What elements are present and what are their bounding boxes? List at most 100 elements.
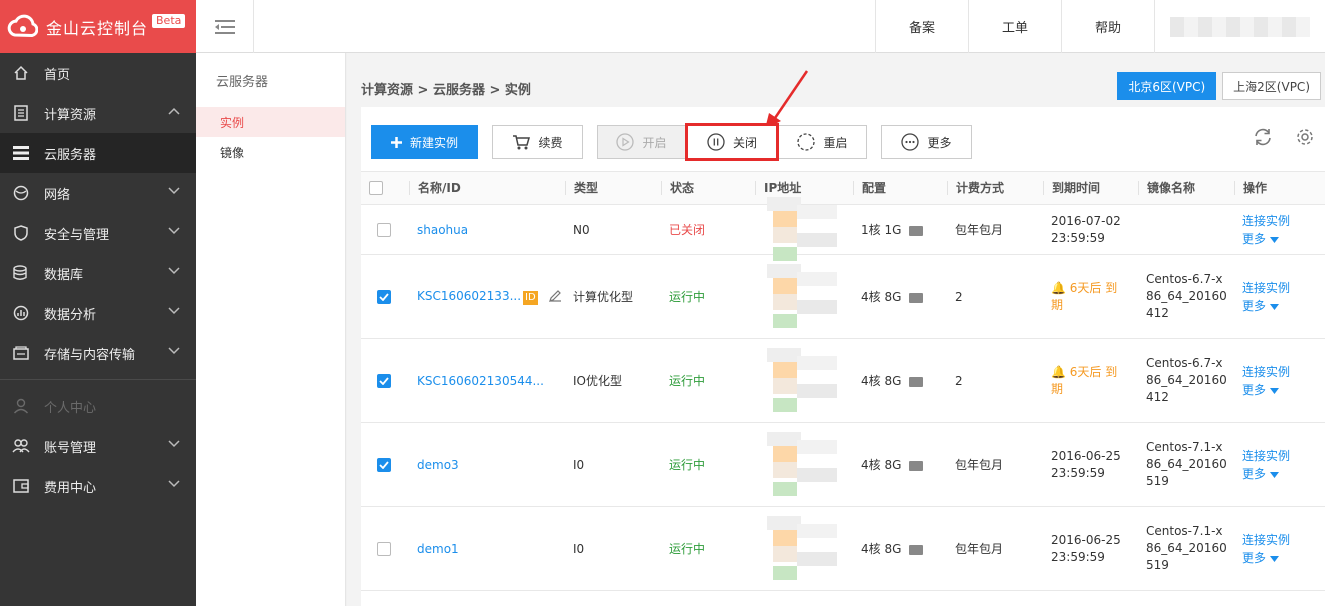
col-header-expire[interactable]: 到期时间 <box>1043 181 1138 195</box>
select-all-cell <box>361 181 409 195</box>
top-link-filing[interactable]: 备案 <box>875 0 968 53</box>
sub-sidebar: 云服务器 实例 镜像 <box>196 53 346 606</box>
sidebar-item-security[interactable]: 安全与管理 <box>0 213 196 253</box>
create-instance-button[interactable]: 新建实例 <box>371 125 478 159</box>
subnav-item-images[interactable]: 镜像 <box>196 137 345 167</box>
row-checkbox[interactable] <box>377 373 391 388</box>
instance-config: 4核 8G <box>861 458 902 472</box>
expire-clock: 23:59:59 <box>1051 465 1105 480</box>
user-menu[interactable] <box>1154 0 1325 53</box>
sidebar-item-billing[interactable]: 费用中心 <box>0 466 196 506</box>
row-checkbox[interactable] <box>377 289 391 304</box>
restart-icon <box>797 133 816 151</box>
instance-name-link[interactable]: shaohua <box>417 223 468 237</box>
instance-name-link[interactable]: KSC160602133... <box>417 289 521 303</box>
connect-instance-link[interactable]: 连接实例 <box>1242 531 1325 549</box>
brand[interactable]: 金山云控制台 Beta <box>0 0 196 53</box>
instance-status: 运行中 <box>669 542 706 556</box>
col-header-actions: 操作 <box>1234 181 1325 195</box>
sidebar-item-label: 账号管理 <box>44 440 97 456</box>
sidebar-item-home[interactable]: 首页 <box>0 53 196 93</box>
stop-button[interactable]: 关闭 <box>685 123 779 161</box>
restart-button[interactable]: 重启 <box>779 125 867 159</box>
sidebar-item-label: 费用中心 <box>44 480 97 496</box>
billing-mode: 2 <box>955 289 963 304</box>
row-checkbox[interactable] <box>377 222 391 237</box>
row-more-dropdown[interactable]: 更多 <box>1242 549 1325 567</box>
row-more-dropdown[interactable]: 更多 <box>1242 297 1325 315</box>
sidebar-item-network[interactable]: 网络 <box>0 173 196 213</box>
table-row[interactable]: shaohua N0 已关闭 1核 1G 包年包月 2016-07-02 23:59:59 连… <box>361 196 1325 261</box>
sidebar-item-account[interactable]: 账号管理 <box>0 426 196 466</box>
edit-pencil-icon[interactable] <box>548 289 562 303</box>
storage-icon <box>12 344 30 362</box>
more-actions-button[interactable]: 更多 <box>881 125 972 159</box>
instance-config: 4核 8G <box>861 290 902 304</box>
id-badge[interactable]: ID <box>523 290 538 305</box>
refresh-icon[interactable] <box>1253 127 1273 147</box>
instance-status: 运行中 <box>669 374 706 388</box>
instance-name-link[interactable]: KSC160602130544... <box>417 374 544 388</box>
sidebar-item-cloud-server[interactable]: 云服务器 <box>0 133 196 173</box>
brand-title: 金山云控制台 <box>46 18 149 38</box>
chevron-down-icon <box>168 267 180 275</box>
row-more-label: 更多 <box>1242 382 1267 397</box>
caret-down-icon <box>1269 236 1279 243</box>
top-link-help[interactable]: 帮助 <box>1061 0 1154 53</box>
sidebar-item-database[interactable]: 数据库 <box>0 253 196 293</box>
sidebar-item-storage[interactable]: 存储与内容传输 <box>0 333 196 373</box>
connect-instance-link[interactable]: 连接实例 <box>1242 363 1325 381</box>
instance-name-link[interactable]: demo3 <box>417 458 459 472</box>
database-icon <box>12 264 30 282</box>
col-header-ip[interactable]: IP地址 <box>755 181 853 195</box>
ip-address-blurred <box>763 430 837 500</box>
sidebar-item-label: 计算资源 <box>44 107 97 123</box>
image-name-line: Centos-6.7-x <box>1146 356 1223 370</box>
row-more-dropdown[interactable]: 更多 <box>1242 381 1325 399</box>
subnav-item-instances[interactable]: 实例 <box>196 107 345 137</box>
select-all-checkbox[interactable] <box>369 181 383 195</box>
expire-warning-text: 6天后 到 <box>1069 280 1118 295</box>
annotation-arrow-icon <box>765 70 809 129</box>
col-header-config[interactable]: 配置 <box>853 181 947 195</box>
renew-button[interactable]: 续费 <box>492 125 583 159</box>
row-checkbox[interactable] <box>377 457 391 472</box>
row-more-dropdown[interactable]: 更多 <box>1242 465 1325 483</box>
settings-gear-icon[interactable] <box>1295 127 1315 147</box>
connect-instance-link[interactable]: 连接实例 <box>1242 279 1325 297</box>
sidebar-item-compute[interactable]: 计算资源 <box>0 93 196 133</box>
connect-instance-link[interactable]: 连接实例 <box>1242 447 1325 465</box>
cloud-logo-icon <box>7 14 38 37</box>
row-more-label: 更多 <box>1242 298 1267 313</box>
pause-icon <box>707 133 725 151</box>
region-tab-shanghai2[interactable]: 上海2区(VPC) <box>1222 72 1321 100</box>
col-header-image[interactable]: 镜像名称 <box>1138 181 1234 195</box>
ip-address-blurred <box>763 346 837 416</box>
region-tab-beijing6[interactable]: 北京6区(VPC) <box>1117 72 1217 100</box>
image-name-line: 519 <box>1146 474 1169 488</box>
table-row[interactable]: demo3 I0 运行中 4核 8G 包年包月 2016-06-25 23:59:59 Cen… <box>361 423 1325 507</box>
col-header-name[interactable]: 名称/ID <box>409 181 565 195</box>
instance-status: 运行中 <box>669 290 706 304</box>
col-header-billing[interactable]: 计费方式 <box>947 181 1043 195</box>
table-row[interactable]: demo1 I0 运行中 4核 8G 包年包月 2016-06-25 23:59:59 Cen… <box>361 507 1325 591</box>
expire-time: 2016-06-25 23:59:59 <box>1051 532 1138 566</box>
col-header-type[interactable]: 类型 <box>565 181 661 195</box>
top-link-ticket[interactable]: 工单 <box>968 0 1061 53</box>
instance-name-link[interactable]: demo1 <box>417 542 459 556</box>
ip-address-blurred <box>763 262 837 332</box>
expire-warning: 🔔 6天后 到期 <box>1051 364 1138 398</box>
image-name: Centos-6.7-x 86_64_20160 412 <box>1146 355 1234 406</box>
table-row[interactable]: KSC160602130544... IO优化型 运行中 4核 8G 2 🔔 6天后 到期… <box>361 339 1325 423</box>
connect-instance-link[interactable]: 连接实例 <box>1242 212 1325 230</box>
ip-address-blurred <box>763 195 837 265</box>
sidebar-item-analytics[interactable]: 数据分析 <box>0 293 196 333</box>
menu-toggle-button[interactable] <box>196 0 254 53</box>
col-header-status[interactable]: 状态 <box>661 181 755 195</box>
region-tabs: 北京6区(VPC) 上海2区(VPC) <box>1117 72 1321 100</box>
row-more-dropdown[interactable]: 更多 <box>1242 230 1325 248</box>
table-row[interactable]: KSC160602133... ID 计算优化型 运行中 4核 8G 2 🔔 6天后 到期C… <box>361 255 1325 339</box>
row-checkbox[interactable] <box>377 541 391 556</box>
caret-down-icon <box>1269 303 1279 310</box>
start-button[interactable]: 开启 <box>597 125 685 159</box>
